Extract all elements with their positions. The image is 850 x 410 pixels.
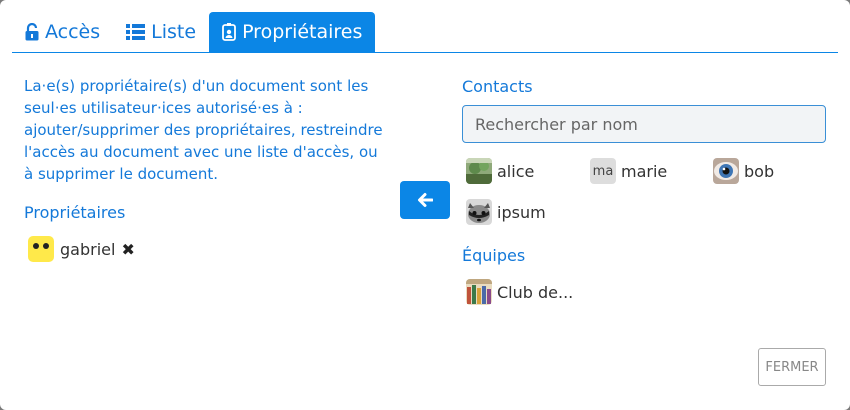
tab-liste[interactable]: Liste [113, 12, 209, 52]
add-owner-button[interactable] [400, 181, 450, 219]
arrow-left-icon [418, 193, 433, 207]
team-name: Club de... [497, 282, 574, 302]
tab-acces[interactable]: Accès [12, 12, 113, 52]
contacts-section-title: Contacts [462, 77, 533, 96]
tab-proprietaires[interactable]: Propriétaires [209, 12, 376, 52]
avatar [466, 279, 492, 305]
remove-owner-icon[interactable]: ✖ [121, 240, 134, 259]
owners-section-title: Propriétaires [24, 203, 126, 222]
avatar [466, 158, 492, 184]
avatar [713, 158, 739, 184]
teams-section-title: Équipes [462, 246, 526, 265]
avatar [28, 236, 54, 262]
unlock-icon [25, 23, 39, 41]
contact-bob[interactable]: bob [713, 158, 774, 184]
owners-description: La·e(s) propriétaire(s) d'un document so… [24, 77, 383, 183]
contact-ipsum[interactable]: ipsum [466, 199, 546, 225]
tab-bar: Accès Liste Propriétaires [12, 12, 838, 53]
contact-name: marie [621, 161, 668, 181]
contact-alice[interactable]: alice [466, 158, 534, 184]
team-club[interactable]: Club de... [466, 279, 573, 305]
avatar-initials: ma [590, 158, 616, 184]
avatar [466, 199, 492, 225]
id-badge-icon [222, 23, 236, 41]
tab-proprietaires-label: Propriétaires [242, 21, 363, 43]
tab-acces-label: Accès [45, 21, 101, 43]
contact-marie[interactable]: ma marie [590, 158, 667, 184]
owner-item: gabriel ✖ [28, 236, 135, 262]
close-button[interactable]: FERMER [758, 348, 826, 386]
tab-liste-label: Liste [151, 21, 197, 43]
owners-modal: Accès Liste Propriétaires La·e(s) propri… [0, 0, 850, 410]
contact-name: ipsum [497, 202, 546, 222]
owner-name: gabriel [60, 239, 116, 259]
list-icon [126, 24, 146, 40]
owners-panel: La·e(s) propriétaire(s) d'un document so… [24, 75, 384, 185]
contact-name: alice [497, 161, 535, 181]
search-input[interactable] [462, 105, 826, 143]
contact-name: bob [744, 161, 775, 181]
